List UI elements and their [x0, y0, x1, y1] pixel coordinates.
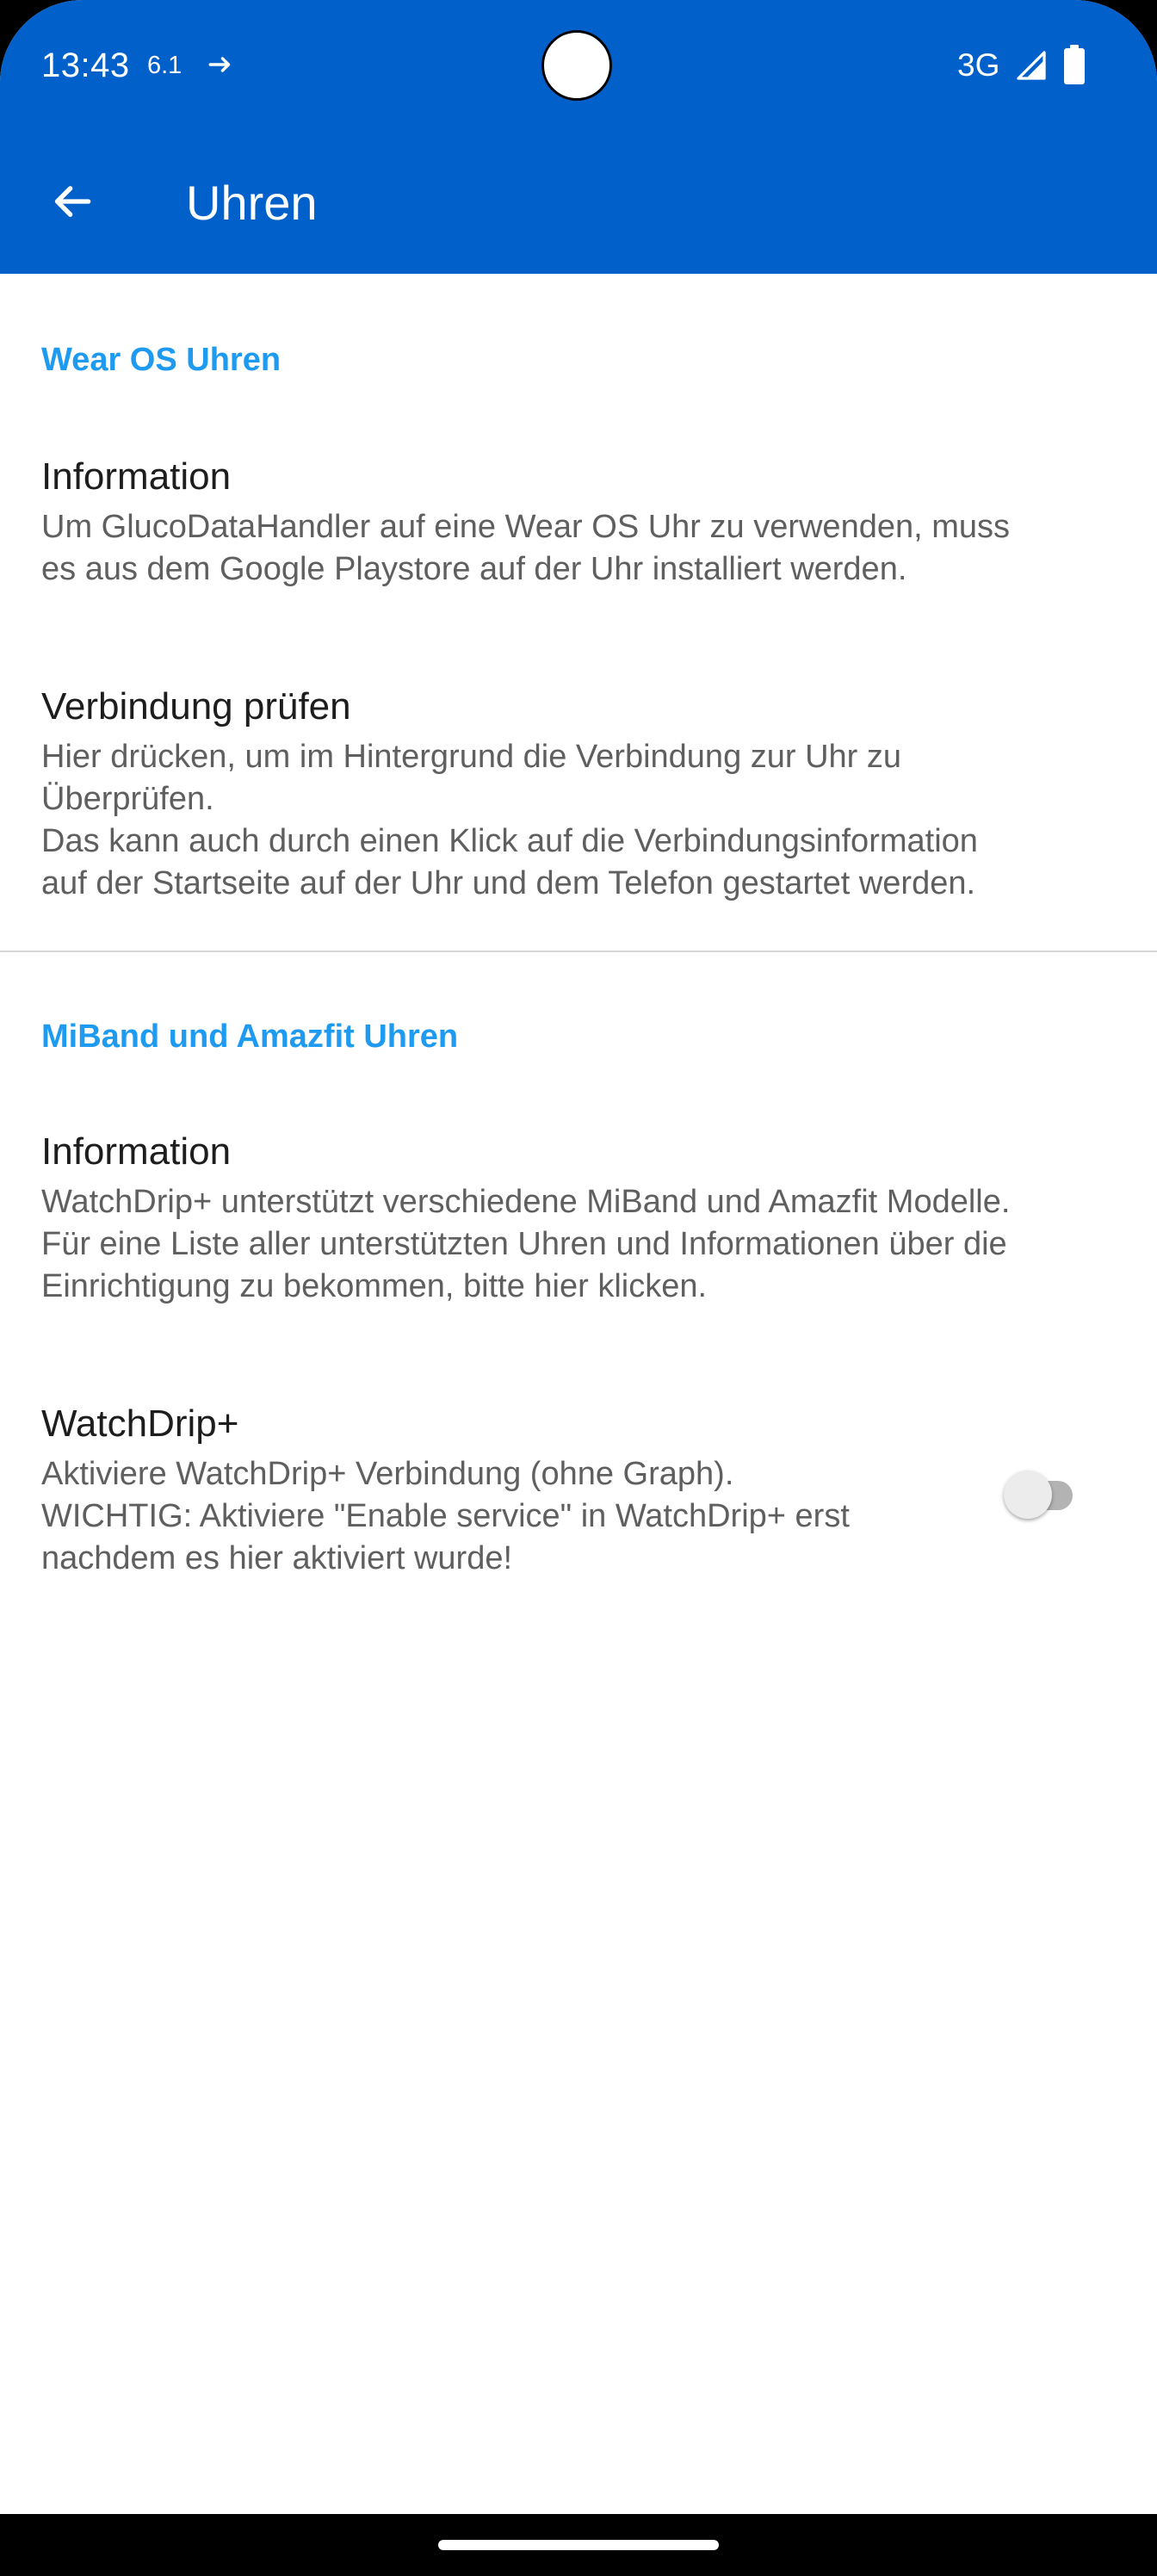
pref-summary: Aktiviere WatchDrip+ Verbindung (ohne Gr… — [41, 1456, 850, 1576]
pref-title: Information — [41, 1130, 232, 1173]
pref-title: Information — [41, 455, 232, 498]
pref-summary: Hier drücken, um im Hintergrund die Verb… — [41, 739, 978, 901]
pref-summary: Um GlucoDataHandler auf eine Wear OS Uhr… — [41, 509, 1011, 587]
pref-check-connection[interactable]: Verbindung prüfen Hier drücken, um im Hi… — [0, 683, 1157, 915]
arrow-right-icon — [208, 57, 231, 72]
status-extra-indicator: 6.1 — [147, 52, 183, 79]
pref-title: Verbindung prüfen — [41, 685, 351, 728]
pref-watchdrip[interactable]: WatchDrip+ Aktiviere WatchDrip+ Verbindu… — [0, 1400, 1157, 1591]
pref-summary: WatchDrip+ unterstützt verschiedene MiBa… — [41, 1184, 1011, 1304]
app-bar: 13:43 6.1 3G Uhren — [0, 0, 1157, 274]
arrow-back-icon — [54, 186, 91, 217]
status-time: 13:43 — [41, 46, 130, 84]
back-button[interactable] — [38, 167, 107, 236]
watchdrip-toggle-switch[interactable] — [1004, 1464, 1086, 1520]
status-bar: 13:43 6.1 3G — [0, 0, 1157, 131]
section-divider — [0, 951, 1157, 952]
category-miband-amazfit: MiBand und Amazfit Uhren — [41, 1019, 459, 1055]
camera-cutout — [541, 30, 612, 101]
pref-miband-information[interactable]: Information WatchDrip+ unterstützt versc… — [0, 1128, 1157, 1319]
page-title: Uhren — [186, 176, 318, 230]
switch-thumb — [1004, 1471, 1052, 1519]
pref-title: WatchDrip+ — [41, 1403, 239, 1445]
network-type: 3G — [957, 47, 1000, 83]
home-gesture-handle[interactable] — [438, 2540, 719, 2550]
screen: 13:43 6.1 3G Uhren Wear OS Uhren Informa… — [0, 0, 1157, 2576]
category-wear-os: Wear OS Uhren — [41, 342, 282, 378]
signal-icon — [1017, 51, 1046, 80]
pref-wear-os-information[interactable]: Information Um GlucoDataHandler auf eine… — [0, 453, 1157, 604]
battery-icon — [1064, 45, 1085, 84]
